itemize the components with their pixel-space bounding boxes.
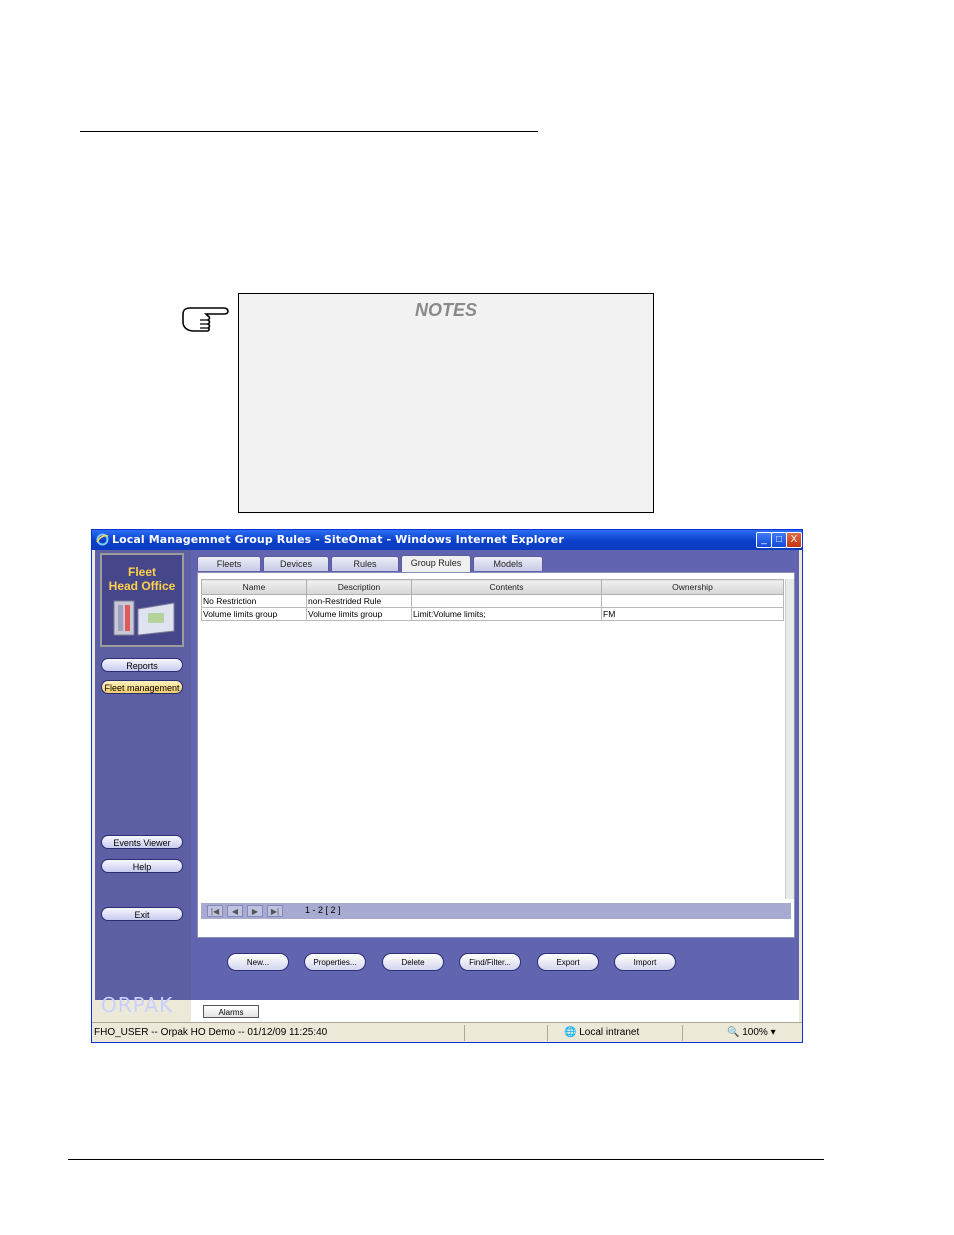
window-title: Local Managemnet Group Rules - SiteOmat … [112,533,564,546]
cell-contents [411,594,602,608]
zoom-level: 100% [742,1027,768,1038]
tab-rules[interactable]: Rules [331,556,399,571]
logo-line-2: Head Office [108,579,176,593]
pager: |◀ ◀ ▶ ▶| 1 - 2 [ 2 ] [201,903,791,919]
alarm-strip: Alarms [191,1000,799,1022]
main-panel: Fleets Devices Rules Group Rules Models … [191,550,799,1000]
properties-button[interactable]: Properties... [304,953,366,971]
last-page-button[interactable]: ▶| [267,905,283,917]
top-rule [80,131,538,132]
browser-window: Local Managemnet Group Rules - SiteOmat … [92,530,802,1042]
notes-title: NOTES [414,300,477,320]
cell-name: Volume limits group [201,607,307,621]
group-rules-table: Name Description Contents Ownership No R… [201,579,784,621]
cell-contents: Limit:Volume limits; [411,607,602,621]
cell-ownership: FM [601,607,784,621]
alarms-button[interactable]: Alarms [203,1005,259,1018]
table-header-row: Name Description Contents Ownership [201,579,784,595]
office-illustration-icon [113,600,175,636]
pager-info: 1 - 2 [ 2 ] [305,905,341,915]
close-button[interactable]: X [786,532,802,548]
column-header-description[interactable]: Description [306,579,412,595]
status-bar: FHO_USER -- Orpak HO Demo -- 01/12/09 11… [92,1022,802,1042]
prev-page-button[interactable]: ◀ [227,905,243,917]
new-button[interactable]: New... [227,953,289,971]
status-zone: 🌐 Local intranet [564,1027,639,1038]
zoom-icon: 🔍 [727,1027,740,1038]
orpak-logo: ORPAK [101,993,174,1017]
find-filter-button[interactable]: Find/Filter... [459,953,521,971]
cell-name: No Restriction [201,594,307,608]
status-divider [547,1025,548,1041]
status-divider [682,1025,683,1041]
tab-devices[interactable]: Devices [263,556,329,571]
bottom-rule [68,1159,824,1160]
zone-label: Local intranet [579,1027,640,1038]
group-rules-content: Name Description Contents Ownership No R… [197,572,795,938]
table-row[interactable]: No Restriction non-Restrided Rule [201,594,784,608]
ie-logo-icon [96,533,109,546]
column-header-ownership[interactable]: Ownership [601,579,784,595]
delete-button[interactable]: Delete [382,953,444,971]
column-header-contents[interactable]: Contents [411,579,602,595]
pointing-hand-icon [182,307,229,332]
maximize-button[interactable]: □ [771,532,787,548]
minimize-button[interactable]: _ [756,532,772,548]
table-scrollbar[interactable] [785,579,794,899]
fleet-management-button[interactable]: Fleet management [101,680,183,694]
cell-ownership [601,594,784,608]
import-button[interactable]: Import [614,953,676,971]
chevron-down-icon[interactable]: ▾ [771,1027,776,1038]
exit-button[interactable]: Exit [101,907,183,921]
logo-line-1: Fleet [127,565,156,579]
title-bar[interactable]: Local Managemnet Group Rules - SiteOmat … [92,530,802,550]
column-header-name[interactable]: Name [201,579,307,595]
first-page-button[interactable]: |◀ [207,905,223,917]
cell-description: Volume limits group [306,607,412,621]
status-divider [464,1025,465,1041]
cell-description: non-Restrided Rule [306,594,412,608]
zoom-control[interactable]: 🔍 100% ▾ [727,1027,776,1038]
sidebar: Fleet Head Office Reports Fleet manageme… [95,550,191,1017]
tab-group-rules[interactable]: Group Rules [401,555,471,572]
table-row[interactable]: Volume limits group Volume limits group … [201,607,784,621]
export-button[interactable]: Export [537,953,599,971]
help-button[interactable]: Help [101,859,183,873]
notes-box: NOTES [238,293,654,513]
events-viewer-button[interactable]: Events Viewer [101,835,183,849]
status-user: FHO_USER -- Orpak HO Demo -- 01/12/09 11… [94,1027,328,1038]
reports-button[interactable]: Reports [101,658,183,672]
tab-models[interactable]: Models [473,556,543,571]
globe-icon: 🌐 [564,1027,577,1038]
next-page-button[interactable]: ▶ [247,905,263,917]
fleet-head-office-logo: Fleet Head Office [100,553,184,647]
tab-fleets[interactable]: Fleets [197,556,261,571]
